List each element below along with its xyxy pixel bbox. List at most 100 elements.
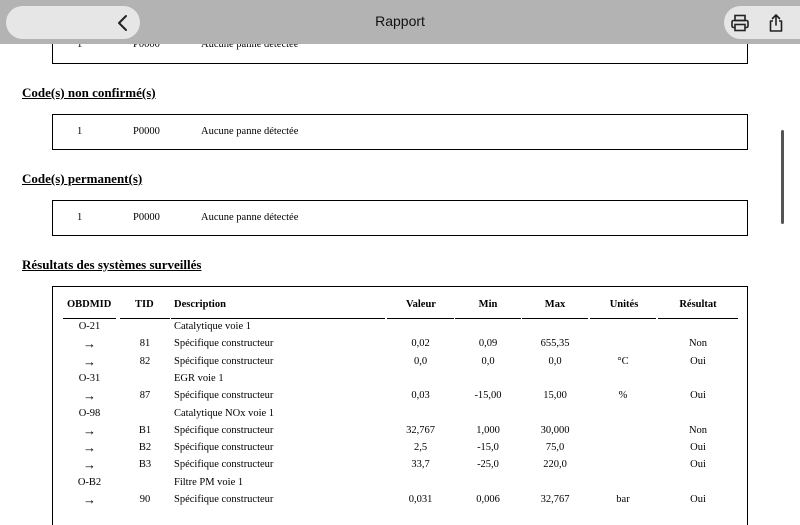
header-underline <box>387 318 454 319</box>
table-row: O-21 Catalytique voie 1 <box>53 321 749 338</box>
column-header-min: Min <box>478 299 498 310</box>
cell-tid: 82 <box>139 355 151 367</box>
cell-unites: % <box>618 390 628 402</box>
cell-resultat: Oui <box>690 442 706 454</box>
cell-description: Spécifique constructeur <box>174 338 274 350</box>
column-header-tid: TID <box>135 299 154 310</box>
cell-max: 32,767 <box>540 494 570 505</box>
code-description: Aucune panne détectée <box>201 126 299 137</box>
cell-obdmid: O-B2 <box>77 476 102 488</box>
table-row: O-98 Catalytique NOx voie 1 <box>53 408 749 425</box>
cell-obdmid: → <box>83 492 96 507</box>
cell-tid: B1 <box>138 424 152 436</box>
cell-resultat: Oui <box>690 390 706 402</box>
header-underline <box>63 318 116 319</box>
cell-resultat: Non <box>688 424 708 436</box>
cell-min: 0,0 <box>481 355 495 367</box>
header-underline <box>522 318 588 319</box>
cell-max: 30,000 <box>540 424 570 436</box>
column-header-unites: Unités <box>609 299 639 310</box>
cell-resultat: Oui <box>690 459 706 471</box>
cell-max: 15,00 <box>543 390 567 402</box>
column-header-obdmid: OBDMID <box>67 299 112 310</box>
section-title-permanent: Code(s) permanent(s) <box>22 171 143 186</box>
cell-min: 0,006 <box>476 494 500 505</box>
cell-description: Catalytique voie 1 <box>174 321 251 332</box>
code-box-permanent: 1 P0000 Aucune panne détectée <box>52 200 748 236</box>
cell-description: Spécifique constructeur <box>174 494 274 505</box>
cell-description: Spécifique constructeur <box>174 424 274 436</box>
monitored-results-table: OBDMID TID Description Valeur Min Max Un… <box>52 286 748 525</box>
cell-description: Spécifique constructeur <box>174 355 274 367</box>
header-underline <box>455 318 521 319</box>
cell-description: Catalytique NOx voie 1 <box>174 407 275 419</box>
header-underline <box>590 318 656 319</box>
table-row: → 90 Spécifique constructeur 0,031 0,006 32,7… <box>53 492 749 511</box>
column-header-description: Description <box>174 299 226 310</box>
cell-description: Filtre PM voie 1 <box>174 476 244 488</box>
cell-obdmid: → <box>83 388 96 404</box>
vertical-scrollbar[interactable] <box>781 130 784 224</box>
cell-unites: bar <box>616 494 630 505</box>
cell-tid: B3 <box>138 459 152 471</box>
cell-tid: 87 <box>139 390 151 402</box>
share-icon[interactable] <box>766 13 786 33</box>
cell-max: 220,0 <box>543 459 567 471</box>
table-row: → B1 Spécifique constructeur 32,767 1,000 30,… <box>53 422 749 442</box>
header-underline <box>120 318 170 319</box>
table-row: → 81 Spécifique constructeur 0,02 0,09 655,35… <box>53 336 749 355</box>
cell-obdmid: → <box>83 353 96 369</box>
cell-valeur: 0,03 <box>411 390 430 402</box>
cell-resultat: Oui <box>690 355 706 367</box>
cell-description: Spécifique constructeur <box>174 390 274 402</box>
cell-valeur: 0,031 <box>408 494 433 505</box>
cell-obdmid: → <box>83 457 96 473</box>
cell-min: -25,0 <box>477 459 499 471</box>
cell-unites: °C <box>617 355 629 367</box>
cell-obdmid: → <box>83 422 96 438</box>
cell-tid: 81 <box>139 338 151 350</box>
page-title: Rapport <box>375 13 425 29</box>
cell-max: 655,35 <box>540 338 570 350</box>
cell-description: Spécifique constructeur <box>174 442 274 454</box>
cell-obdmid: O-31 <box>78 372 101 384</box>
code-number: 1 <box>77 212 83 223</box>
cell-resultat: Non <box>688 338 708 350</box>
cell-min: -15,0 <box>477 442 499 454</box>
table-row: O-31 EGR voie 1 <box>53 373 749 390</box>
cell-max: 0,0 <box>548 355 562 367</box>
table-row: → B3 Spécifique constructeur 33,7 -25,0 220,0… <box>53 457 749 476</box>
column-header-max: Max <box>544 299 566 310</box>
cell-valeur: 0,02 <box>411 338 430 350</box>
navigation-bar: Rapport <box>0 0 800 44</box>
cell-obdmid: → <box>83 440 96 456</box>
code-value: P0000 <box>133 126 160 137</box>
report-document: 1 P0000 Aucune panne détectée Code(s) no… <box>0 0 800 525</box>
cell-obdmid: → <box>83 336 96 352</box>
code-number: 1 <box>77 126 83 137</box>
section-title-monitored: Résultats des systèmes surveillés <box>22 257 202 272</box>
cell-valeur: 33,7 <box>411 459 430 471</box>
table-row: → B2 Spécifique constructeur 2,5 -15,0 75,0 Ou… <box>53 440 749 459</box>
cell-obdmid: O-21 <box>78 321 101 332</box>
column-header-valeur: Valeur <box>406 299 436 310</box>
cell-min: -15,00 <box>474 390 502 402</box>
section-title-non-confirmed: Code(s) non confirmé(s) <box>22 85 156 100</box>
header-underline <box>171 318 385 319</box>
cell-valeur: 0,0 <box>413 355 428 367</box>
cell-max: 75,0 <box>545 442 565 454</box>
table-row: → 82 Spécifique constructeur 0,0 0,0 0,0 °C Oui <box>53 353 749 373</box>
cell-description: Spécifique constructeur <box>174 459 274 471</box>
cell-resultat: Oui <box>690 494 706 505</box>
cell-valeur: 2,5 <box>413 442 428 454</box>
code-box-non-confirmed: 1 P0000 Aucune panne détectée <box>52 114 748 150</box>
cell-description: EGR voie 1 <box>174 372 224 384</box>
table-row: → 87 Spécifique constructeur 0,03 -15,00 15,0… <box>53 388 749 407</box>
code-value: P0000 <box>133 212 160 223</box>
printer-icon[interactable] <box>730 13 750 33</box>
column-header-resultat: Résultat <box>679 299 717 310</box>
cell-tid: B2 <box>138 442 152 454</box>
actions-group <box>724 6 800 39</box>
header-underline <box>658 318 738 319</box>
cell-min: 1,000 <box>476 424 500 436</box>
